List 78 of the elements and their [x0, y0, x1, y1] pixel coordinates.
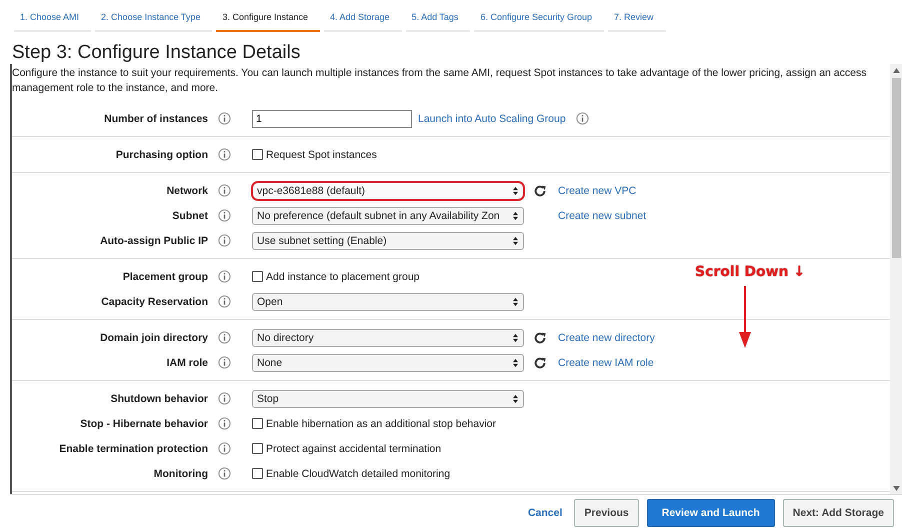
info-icon[interactable]	[218, 442, 231, 455]
field-label: Stop - Hibernate behavior	[79, 418, 208, 430]
page-heading: Step 3: Configure Instance Details	[12, 42, 302, 64]
create-link[interactable]: Create new IAM role	[558, 356, 654, 368]
caret-icon	[512, 296, 519, 306]
checkbox-label: Enable CloudWatch detailed monitoring	[266, 468, 450, 480]
scroll-down-annotation: Scroll Down ↓	[695, 264, 806, 280]
create-link[interactable]: Create new VPC	[558, 184, 636, 196]
info-icon[interactable]	[218, 148, 231, 161]
checkbox[interactable]	[252, 418, 263, 429]
refresh-icon[interactable]	[533, 330, 547, 344]
field-label: IAM role	[166, 356, 208, 368]
scroll-down-icon[interactable]	[892, 486, 900, 490]
dropdown-select[interactable]: Stop	[252, 390, 524, 408]
refresh-icon[interactable]	[533, 184, 547, 198]
caret-icon	[512, 236, 519, 246]
wizard-tab[interactable]: 5. Add Tags	[406, 8, 470, 32]
dropdown-select[interactable]: No directory	[252, 328, 524, 346]
dropdown-select[interactable]: vpc-e3681e88 (default)	[251, 180, 525, 200]
checkbox[interactable]	[252, 149, 263, 160]
action-button[interactable]: Previous	[574, 499, 639, 527]
checkbox-label: Request Spot instances	[266, 148, 377, 160]
info-icon[interactable]	[218, 112, 231, 125]
wizard-tab[interactable]: 1. Choose AMI	[14, 8, 92, 32]
checkbox-label: Enable hibernation as an additional stop behavior	[266, 418, 496, 430]
wizard-tab[interactable]: 7. Review	[608, 8, 666, 32]
info-icon[interactable]	[218, 392, 231, 405]
scroll-up-icon[interactable]	[892, 68, 900, 72]
field-label: Capacity Reservation	[100, 296, 208, 308]
info-icon[interactable]	[218, 467, 231, 480]
description-text: Configure the instance to suit your requirements. You can launch multiple instances from the same AMI, request Spot instances to take advantage of the lower pricing, assign an access management role to the instance, and more.	[12, 66, 868, 96]
caret-icon	[512, 394, 519, 404]
field-label: Number of instances	[103, 112, 208, 124]
field-label: Subnet	[171, 210, 208, 222]
action-button[interactable]: Next: Add Storage	[782, 499, 894, 527]
refresh-icon[interactable]	[533, 356, 547, 370]
caret-icon	[512, 332, 519, 342]
create-link[interactable]: Launch into Auto Scaling Group	[418, 112, 566, 124]
field-label: Placement group	[122, 270, 208, 282]
info-icon[interactable]	[576, 112, 589, 125]
field-label: Network	[166, 184, 208, 196]
info-icon[interactable]	[218, 184, 231, 197]
checkbox[interactable]	[252, 468, 263, 479]
create-link[interactable]: Create new directory	[558, 332, 655, 344]
field-label: Auto-assign Public IP	[99, 234, 208, 246]
field-label: Monitoring	[152, 468, 208, 480]
action-button[interactable]: Review and Launch	[646, 499, 775, 527]
wizard-tab[interactable]: 3. Configure Instance	[216, 8, 320, 32]
info-icon[interactable]	[218, 331, 231, 344]
info-icon[interactable]	[218, 417, 231, 430]
info-icon[interactable]	[218, 234, 231, 247]
info-icon[interactable]	[218, 209, 231, 222]
create-link[interactable]: Create new subnet	[558, 210, 646, 222]
dropdown-select[interactable]: Use subnet setting (Enable)	[252, 232, 524, 250]
caret-icon	[512, 358, 519, 368]
info-icon[interactable]	[218, 270, 231, 283]
field-label: Enable termination protection	[58, 442, 208, 454]
field-label: Purchasing option	[114, 148, 208, 160]
field-label: Domain join directory	[99, 332, 208, 344]
down-arrow-icon	[739, 286, 751, 348]
dropdown-select[interactable]: Open	[252, 292, 524, 310]
cancel-link[interactable]: Cancel	[524, 500, 566, 526]
wizard-tab[interactable]: 4. Add Storage	[324, 8, 402, 32]
checkbox[interactable]	[252, 443, 263, 454]
number-input[interactable]: 1	[252, 110, 412, 128]
wizard-tab[interactable]: 6. Configure Security Group	[474, 8, 604, 32]
info-icon[interactable]	[218, 295, 231, 308]
field-label: Shutdown behavior	[110, 392, 208, 404]
info-icon[interactable]	[218, 356, 231, 369]
checkbox[interactable]	[252, 271, 263, 282]
dropdown-select[interactable]: None	[252, 354, 524, 372]
caret-icon	[512, 210, 519, 220]
scrollbar[interactable]	[890, 64, 902, 494]
checkbox-label: Add instance to placement group	[266, 270, 420, 282]
dropdown-select[interactable]: No preference (default subnet in any Availability Zon	[252, 206, 524, 224]
caret-icon	[512, 186, 519, 196]
checkbox-label: Protect against accidental termination	[266, 442, 442, 454]
wizard-tab[interactable]: 2. Choose Instance Type	[95, 8, 212, 32]
